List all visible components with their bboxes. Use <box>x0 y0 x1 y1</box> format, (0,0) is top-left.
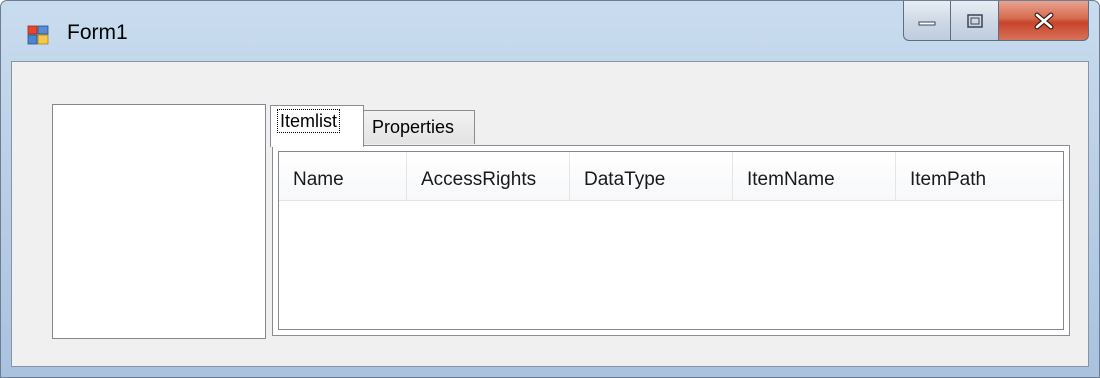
minimize-button[interactable] <box>903 1 951 41</box>
tab-itemlist-label: Itemlist <box>276 109 341 133</box>
column-header-access-rights[interactable]: AccessRights <box>407 152 570 200</box>
column-header-item-path[interactable]: ItemPath <box>896 152 1063 200</box>
close-icon <box>1034 12 1053 29</box>
tab-properties[interactable]: Properties <box>363 110 475 144</box>
window-title: Form1 <box>67 21 128 44</box>
column-header-name[interactable]: Name <box>279 152 407 200</box>
form-app-icon <box>27 25 49 45</box>
close-button[interactable] <box>999 1 1089 41</box>
column-header-data-type[interactable]: DataType <box>570 152 733 200</box>
list-header: Name AccessRights DataType ItemName Item… <box>279 152 1063 201</box>
column-header-item-name[interactable]: ItemName <box>733 152 896 200</box>
tab-page-itemlist: Name AccessRights DataType ItemName Item… <box>272 145 1070 336</box>
maximize-button[interactable] <box>951 1 999 41</box>
form-window: Form1 Itemlist Properties Name AccessRig… <box>0 0 1100 378</box>
tab-properties-label: Properties <box>372 117 455 137</box>
title-bar[interactable]: Form1 <box>1 1 1099 61</box>
item-list-view[interactable]: Name AccessRights DataType ItemName Item… <box>278 151 1064 330</box>
client-area: Itemlist Properties Name AccessRights Da… <box>11 61 1089 367</box>
maximize-icon <box>966 13 983 28</box>
caption-buttons <box>903 1 1089 43</box>
tab-itemlist[interactable]: Itemlist <box>270 105 364 147</box>
tree-view[interactable] <box>52 104 266 339</box>
minimize-icon <box>918 21 936 25</box>
